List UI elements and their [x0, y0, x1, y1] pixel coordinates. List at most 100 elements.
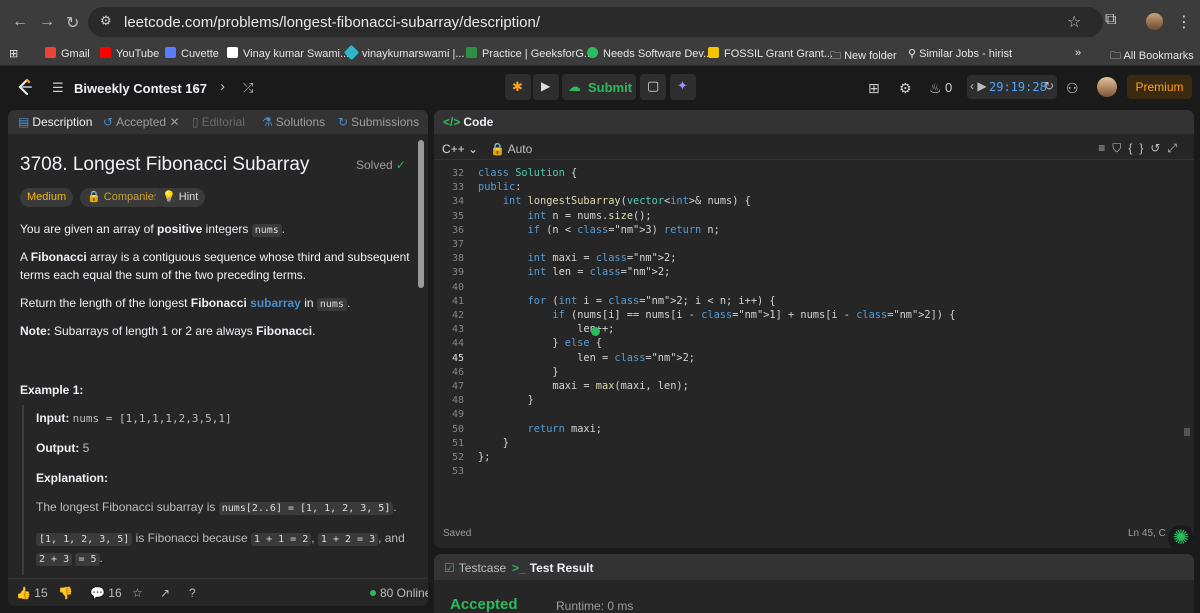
bookmark-x-profile[interactable]: Vinay kumar Swami... [227, 47, 349, 60]
leetcode-nav: ☰ Biweekly Contest 167 ‹ › ⤮ ✱ ▶ ☁ Submi… [0, 66, 1200, 108]
code-line[interactable]: } [478, 394, 534, 406]
ai-assist-button[interactable]: ✦ [670, 74, 696, 100]
code-area[interactable]: 32 class Solution {33 public: 34 int longes… [434, 162, 1194, 522]
settings-gear-icon[interactable]: ⚙ [899, 80, 912, 97]
add-user-icon[interactable]: ⚇ [1066, 80, 1079, 97]
code-line[interactable]: public: [478, 181, 521, 193]
tab-code[interactable]: </> Code [443, 115, 493, 129]
bookmark-geeksforgeeks[interactable]: Practice | GeeksforG... [466, 47, 593, 60]
forward-icon[interactable]: → [39, 13, 55, 31]
shuffle-icon[interactable]: ⤮ [243, 80, 253, 96]
contest-title[interactable]: Biweekly Contest 167 [74, 81, 207, 96]
notes-button[interactable]: ▢ [640, 74, 666, 100]
format-icon[interactable]: ≡ [1098, 141, 1112, 155]
browser-menu-icon[interactable]: ⋮ [1176, 12, 1192, 32]
code-line[interactable]: int n = nums.size(); [478, 210, 652, 222]
user-avatar[interactable] [1097, 77, 1117, 97]
back-icon[interactable]: ← [12, 13, 28, 31]
bookmark-gmail[interactable]: Gmail [45, 47, 90, 60]
language-select[interactable]: C++ ⌄ [442, 142, 478, 156]
tab-description[interactable]: ▤ Description [18, 115, 92, 129]
code-line[interactable]: len = class="nm">2; [478, 352, 695, 364]
more-bookmarks-icon[interactable]: » [1075, 47, 1081, 59]
line-number: 53 [451, 466, 464, 478]
tab-test-result[interactable]: >_ Test Result [512, 561, 593, 575]
submit-button[interactable]: ☁ Submit [562, 74, 636, 100]
timer[interactable]: ‹ ▶ 29:19:28 ↻ [967, 75, 1057, 99]
line-number: 47 [451, 381, 464, 392]
code-editor-panel: </> Code C++ ⌄ 🔒 Auto ≡⛉{}↺⤢ 32 class Solu… [434, 110, 1194, 548]
editor-scrollbar[interactable] [1184, 428, 1190, 436]
bookmark-fossil-grant[interactable]: FOSSIL Grant Grant... [708, 47, 833, 60]
bookmark-vinaykumarswami[interactable]: vinaykumarswami |... [343, 44, 465, 61]
code-line[interactable]: return maxi; [478, 423, 602, 435]
code-line[interactable]: }; [478, 451, 490, 463]
reload-icon[interactable]: ↻ [66, 13, 79, 33]
diamond-icon [343, 44, 360, 61]
auto-mode-toggle[interactable]: 🔒 Auto [490, 142, 532, 156]
share-icon[interactable]: ↗ [160, 586, 170, 600]
code-line[interactable]: if (n < class="nm">3) return n; [478, 224, 720, 236]
tab-solutions[interactable]: ⚗ Solutions [262, 115, 325, 129]
all-bookmarks[interactable]: 🗀 All Bookmarks [1110, 47, 1194, 66]
favorite-star-icon[interactable]: ☆ [132, 586, 143, 600]
tab-testcase[interactable]: ☑ Testcase [444, 561, 506, 575]
tab-editorial[interactable]: ▯ Editorial [192, 115, 245, 129]
streak-fire-icon[interactable]: ♨ [929, 80, 942, 97]
bookmark-youtube[interactable]: YouTube [100, 47, 159, 60]
code-line[interactable]: maxi = max(maxi, len); [478, 380, 688, 392]
chatgpt-extension-icon[interactable]: ✺ [1168, 525, 1194, 551]
line-number: 33 [451, 182, 464, 194]
problem-paragraph-2: A Fibonacci array is a contiguous sequen… [20, 250, 410, 282]
browser-profile-avatar[interactable] [1146, 13, 1163, 30]
code-line[interactable]: int maxi = class="nm">2; [478, 252, 677, 264]
left-tabs: ▤ Description ↺ Accepted ✕ ▯ Editorial ⚗ Sol… [8, 110, 428, 134]
note-icon: ▢ [647, 78, 660, 93]
hint-chip[interactable]: 💡 Hint [155, 188, 206, 207]
prev-problem-icon[interactable]: ‹ [193, 78, 198, 95]
code-line[interactable]: class Solution { [478, 167, 577, 179]
expand-icon[interactable]: ⤢ [1167, 141, 1184, 155]
like-button[interactable]: 👍 15 [16, 586, 48, 600]
extensions-icon[interactable]: ⧉ [1105, 11, 1116, 29]
code-line[interactable]: int longestSubarray(vector<int>& nums) { [478, 195, 751, 207]
companies-chip[interactable]: 🔒 Companies [80, 188, 167, 207]
dislike-button[interactable]: 👎 [58, 586, 73, 600]
help-icon[interactable]: ? [189, 586, 196, 600]
close-tab-icon[interactable]: ✕ [169, 115, 179, 129]
history-icon: ↺ [103, 115, 114, 129]
reset-icon[interactable]: ↺ [1150, 141, 1167, 155]
bookmark-new-folder[interactable]: 🗀 New folder [830, 47, 897, 66]
layout-grid-icon[interactable]: ⊞ [868, 80, 880, 97]
code-line[interactable]: } [478, 437, 509, 449]
run-button[interactable]: ▶ [533, 74, 559, 100]
braces-icon[interactable]: {} [1128, 141, 1150, 155]
difficulty-badge[interactable]: Medium [20, 188, 74, 207]
line-number: 45 [451, 352, 464, 364]
bookmark-needs-software-dev[interactable]: Needs Software Dev... [587, 47, 712, 60]
address-bar[interactable]: ⚙ leetcode.com/problems/longest-fibonacc… [88, 7, 1103, 37]
premium-button[interactable]: Premium [1127, 75, 1192, 99]
leetcode-logo-icon[interactable] [16, 78, 34, 96]
description-scrollbar[interactable] [418, 140, 424, 288]
code-line[interactable]: } [478, 366, 558, 378]
subarray-link[interactable]: subarray [250, 296, 301, 310]
debug-button[interactable]: ✱ [505, 74, 531, 100]
code-line[interactable]: for (int i = class="nm">2; i < n; i++) { [478, 295, 776, 307]
code-line[interactable]: } else { [478, 337, 602, 349]
tab-accepted[interactable]: ↺ Accepted ✕ [103, 115, 180, 129]
timer-reset-icon[interactable]: ↻ [1044, 79, 1054, 93]
bookmark-star-icon[interactable]: ☆ [1067, 12, 1081, 32]
problem-list-icon[interactable]: ☰ [52, 80, 64, 96]
example-input: Input: nums = [1,1,1,1,2,3,5,1] [36, 411, 232, 425]
comments-button[interactable]: 💬 16 [90, 586, 122, 600]
site-info-icon[interactable]: ⚙ [100, 13, 112, 29]
bookmark-similar-jobs[interactable]: ⚲ Similar Jobs - hirist [908, 47, 1012, 60]
code-line[interactable]: if (nums[i] == nums[i - class="nm">1] + … [478, 309, 955, 321]
bookmark-cuvette[interactable]: Cuvette [165, 47, 219, 60]
next-problem-icon[interactable]: › [220, 78, 225, 95]
tab-submissions[interactable]: ↻ Submissions [338, 115, 419, 129]
code-line[interactable]: int len = class="nm">2; [478, 266, 671, 278]
apps-icon[interactable]: ⊞ [9, 47, 18, 60]
bookmark-icon[interactable]: ⛉ [1112, 141, 1128, 155]
